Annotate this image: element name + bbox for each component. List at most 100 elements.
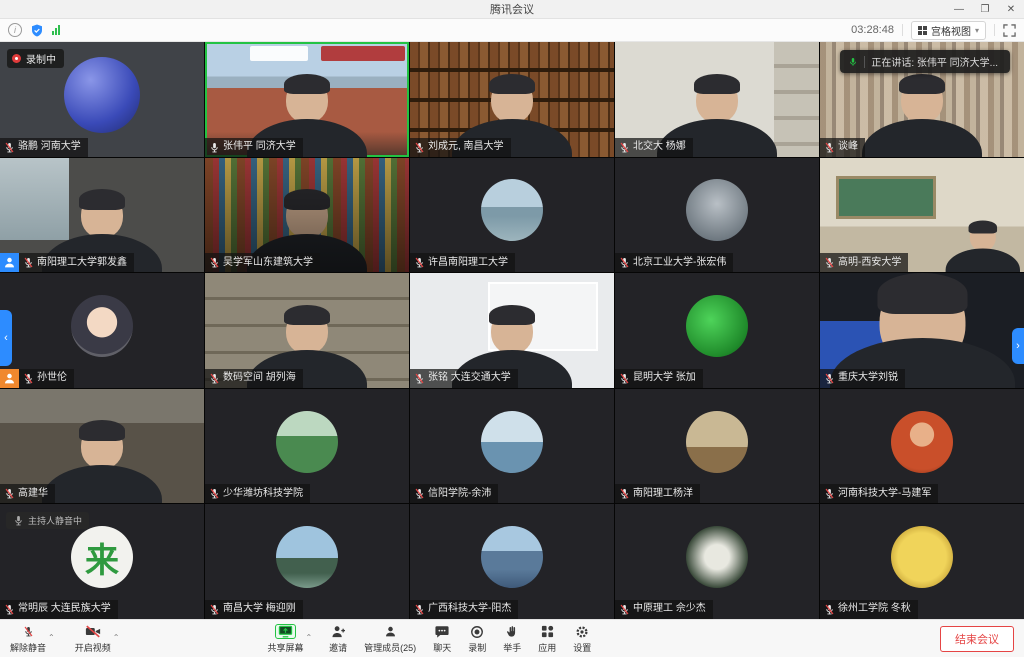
toolbar-item-label: 聊天 xyxy=(433,641,451,654)
participant-silhouette xyxy=(946,223,1020,273)
maximize-button[interactable]: ❐ xyxy=(972,0,998,18)
participant-name: 北交大 杨娜 xyxy=(633,141,686,153)
video-tile-7[interactable]: 吴学军山东建筑大学 xyxy=(205,158,409,273)
tile-bottom-row: 谈峰 xyxy=(820,138,865,157)
toolbar-item-label: 开启视频 xyxy=(75,641,111,654)
video-tile-1[interactable]: 录制中骆鹏 河南大学 xyxy=(0,42,204,157)
layout-switch-button[interactable]: 宫格视图 ▾ xyxy=(911,21,986,40)
dandelion-avatar xyxy=(686,526,748,588)
toolbar-item-label: 共享屏幕 xyxy=(267,641,303,654)
end-meeting-button[interactable]: 结束会议 xyxy=(940,626,1014,652)
window-title: 腾讯会议 xyxy=(0,1,1024,17)
participant-label: 吴学军山东建筑大学 xyxy=(205,253,320,272)
video-tile-19[interactable]: 南阳理工杨洋 xyxy=(615,389,819,504)
chat-button[interactable]: 聊天 xyxy=(433,623,451,654)
host-seat-icon xyxy=(0,253,19,272)
mic-muted-icon xyxy=(619,603,630,616)
chevron-up-icon[interactable]: ⌃ xyxy=(113,633,120,642)
invite-button[interactable]: 邀请 xyxy=(329,623,347,654)
video-tile-21[interactable]: 来主持人静音中常明辰 大连民族大学 xyxy=(0,504,204,619)
next-page-button[interactable]: › xyxy=(1012,328,1024,364)
raise-hand-button[interactable]: 举手 xyxy=(503,623,521,654)
video-tile-8[interactable]: 许昌南阳理工大学 xyxy=(410,158,614,273)
mic-muted-icon xyxy=(23,256,34,269)
minimize-button[interactable]: — xyxy=(946,0,972,18)
participant-name: 吴学军山东建筑大学 xyxy=(223,257,313,269)
video-tile-14[interactable]: 昆明大学 张加 xyxy=(615,273,819,388)
share-screen-button[interactable]: 共享屏幕⌃ xyxy=(267,623,312,654)
tile-bottom-row: 高明-西安大学 xyxy=(820,253,908,272)
participant-label: 中原理工 佘少杰 xyxy=(615,600,713,619)
unmute-button[interactable]: 解除静音⌃ xyxy=(10,623,55,654)
tile-bottom-row: 南阳理工大学郭发鑫 xyxy=(0,253,134,272)
settings-button[interactable]: 设置 xyxy=(573,623,591,654)
mic-muted-icon xyxy=(209,372,220,385)
video-tile-18[interactable]: 信阳学院-余沛 xyxy=(410,389,614,504)
tile-bottom-row: 常明辰 大连民族大学 xyxy=(0,600,118,619)
mic-muted-icon xyxy=(209,256,220,269)
chevron-up-icon[interactable]: ⌃ xyxy=(48,633,55,642)
participant-label: 南阳理工大学郭发鑫 xyxy=(19,253,134,272)
video-tile-2[interactable]: 张伟平 同济大学 xyxy=(205,42,409,157)
video-tile-20[interactable]: 河南科技大学-马建军 xyxy=(820,389,1024,504)
participant-label: 重庆大学刘锐 xyxy=(820,369,905,388)
toolbar-left-group: 解除静音⌃开启视频⌃ xyxy=(10,623,119,654)
info-icon[interactable]: i xyxy=(8,23,22,37)
title-bar: 腾讯会议 —❐✕ xyxy=(0,0,1024,19)
video-tile-3[interactable]: 刘成元, 南昌大学 xyxy=(410,42,614,157)
flower-yellow-avatar xyxy=(891,526,953,588)
close-button[interactable]: ✕ xyxy=(998,0,1024,18)
gear-icon xyxy=(575,623,589,640)
mic-muted-icon xyxy=(209,603,220,616)
video-grid: 正在讲话: 张伟平 同济大学... ‹ › 录制中骆鹏 河南大学张伟平 同济大学… xyxy=(0,42,1024,619)
divider xyxy=(864,56,865,68)
fullscreen-icon[interactable] xyxy=(1003,24,1016,37)
video-tile-10[interactable]: 高明-西安大学 xyxy=(820,158,1024,273)
video-tile-16[interactable]: 高建华 xyxy=(0,389,204,504)
hand-icon xyxy=(506,623,518,640)
mic-off-icon xyxy=(23,623,34,640)
video-tile-13[interactable]: 张铭 大连交通大学 xyxy=(410,273,614,388)
video-tile-15[interactable]: 重庆大学刘锐 xyxy=(820,273,1024,388)
tile-bottom-row: 昆明大学 张加 xyxy=(615,369,703,388)
mic-muted-icon xyxy=(209,487,220,500)
participant-label: 徐州工学院 冬秋 xyxy=(820,600,918,619)
person-icon xyxy=(384,623,397,640)
video-tile-9[interactable]: 北京工业大学-张宏伟 xyxy=(615,158,819,273)
tile-bottom-row: 高建华 xyxy=(0,484,55,503)
camera-off-icon xyxy=(85,623,101,640)
video-tile-12[interactable]: 数码空间 胡列海 xyxy=(205,273,409,388)
participant-label: 孙世伦 xyxy=(19,369,74,388)
video-tile-25[interactable]: 徐州工学院 冬秋 xyxy=(820,504,1024,619)
mic-muted-icon xyxy=(619,372,630,385)
video-tile-11[interactable]: 孙世伦 xyxy=(0,273,204,388)
screen-share-icon xyxy=(275,623,296,640)
man-red-avatar xyxy=(891,411,953,473)
participant-name: 广西科技大学-阳杰 xyxy=(428,603,511,615)
tile-bottom-row: 北交大 杨娜 xyxy=(615,138,693,157)
start-video-button[interactable]: 开启视频⌃ xyxy=(75,623,120,654)
tile-bottom-row: 重庆大学刘锐 xyxy=(820,369,905,388)
mic-muted-icon xyxy=(619,141,630,154)
meeting-info-bar: i 03:28:48 宫格视图 ▾ xyxy=(0,19,1024,42)
shield-icon[interactable] xyxy=(31,24,43,37)
chevron-up-icon[interactable]: ⌃ xyxy=(305,633,312,642)
toolbar-item-label: 解除静音 xyxy=(10,641,46,654)
members-button[interactable]: 管理成员(25) xyxy=(364,623,416,654)
network-signal-icon[interactable] xyxy=(52,25,60,35)
record-button[interactable]: 录制 xyxy=(468,623,486,654)
video-tile-23[interactable]: 广西科技大学-阳杰 xyxy=(410,504,614,619)
video-tile-24[interactable]: 中原理工 佘少杰 xyxy=(615,504,819,619)
speaking-toast-text: 正在讲话: 张伟平 同济大学... xyxy=(871,54,998,69)
participant-label: 北交大 杨娜 xyxy=(615,138,693,157)
video-tile-4[interactable]: 北交大 杨娜 xyxy=(615,42,819,157)
apps-button[interactable]: 应用 xyxy=(538,623,556,654)
previous-page-button[interactable]: ‹ xyxy=(0,310,12,366)
mic-muted-icon xyxy=(4,141,15,154)
tile-bottom-row: 广西科技大学-阳杰 xyxy=(410,600,518,619)
video-tile-22[interactable]: 南昌大学 梅迎刚 xyxy=(205,504,409,619)
video-tile-6[interactable]: 南阳理工大学郭发鑫 xyxy=(0,158,204,273)
participant-label: 许昌南阳理工大学 xyxy=(410,253,515,272)
toolbar-item-label: 管理成员(25) xyxy=(364,641,416,654)
video-tile-17[interactable]: 少华潍坊科技学院 xyxy=(205,389,409,504)
